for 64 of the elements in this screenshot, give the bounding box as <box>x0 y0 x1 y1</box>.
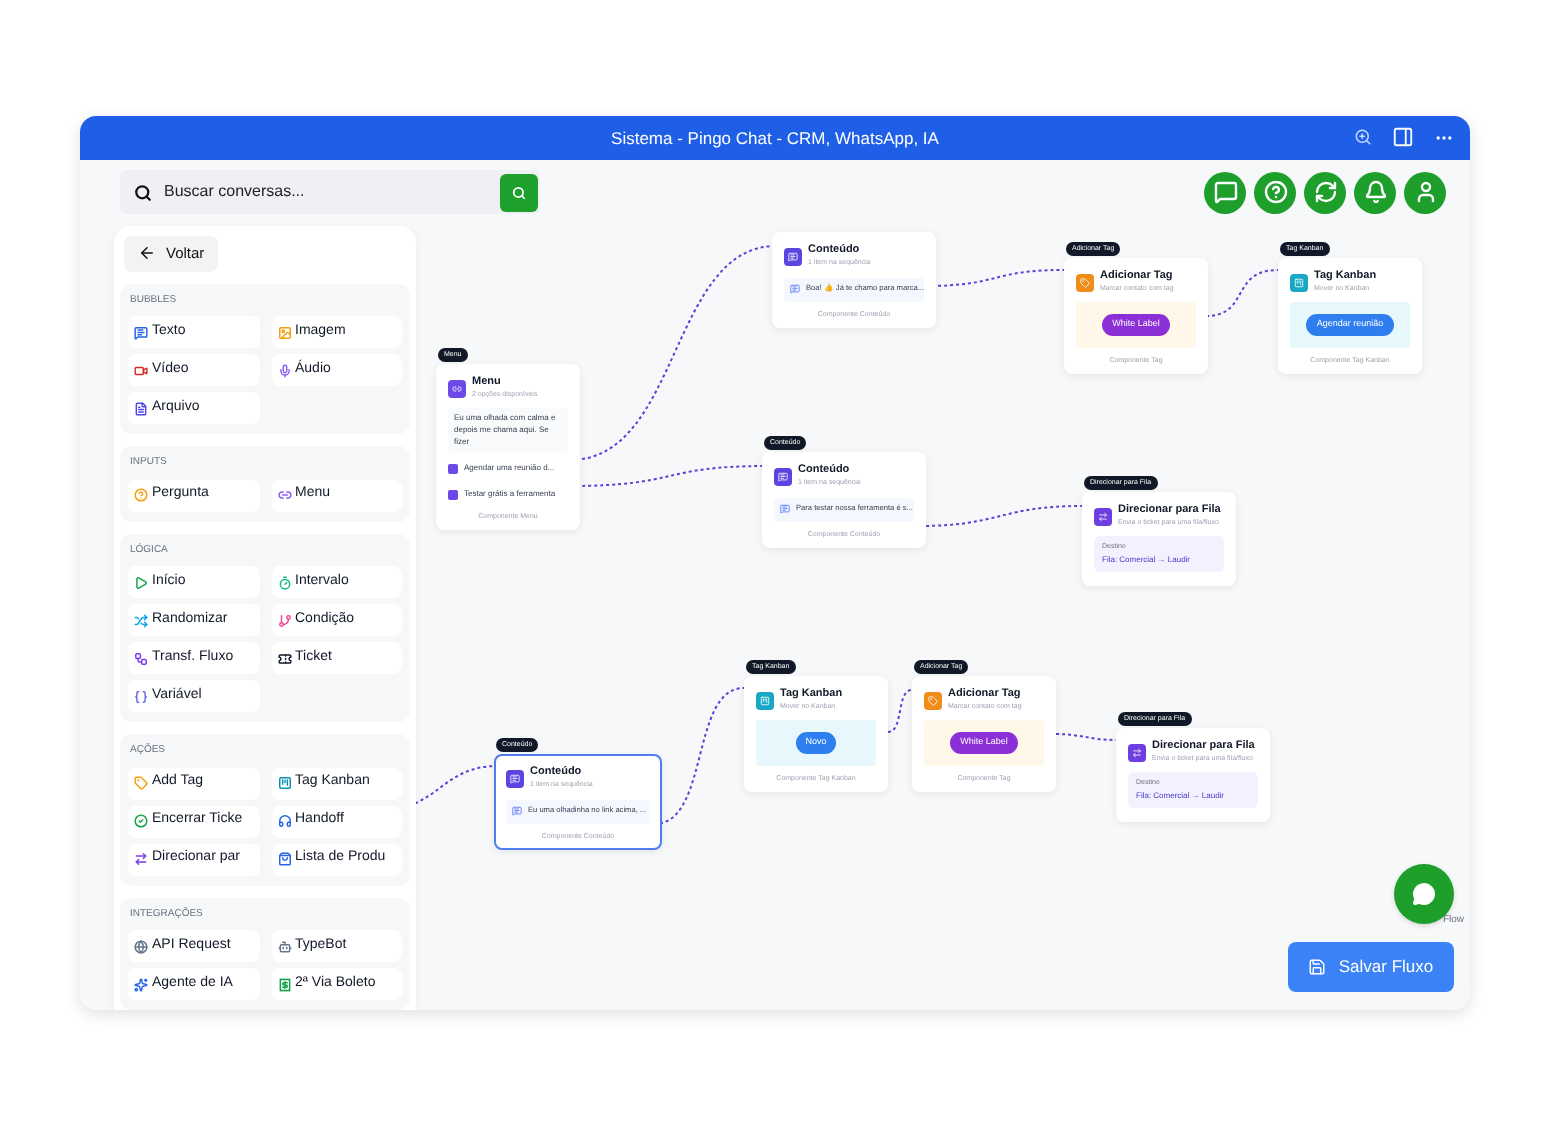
branch-icon <box>277 613 291 627</box>
kanban-icon <box>1294 277 1304 287</box>
kanban-icon <box>760 695 770 705</box>
receipt-icon <box>277 977 291 991</box>
search-field[interactable]: Buscar conversas... <box>120 170 540 214</box>
braces-icon <box>134 689 148 703</box>
image-icon <box>277 325 291 339</box>
tag-icon <box>1080 277 1090 287</box>
connector-line <box>1205 269 1279 317</box>
connector-line <box>887 689 913 733</box>
help-icon <box>1263 180 1287 204</box>
user-icon <box>1413 180 1437 204</box>
question-icon <box>134 488 148 502</box>
chat-icon <box>1213 180 1237 204</box>
microphone-icon <box>277 363 291 377</box>
refresh-icon <box>1313 180 1337 204</box>
option-marker <box>448 463 458 473</box>
message-icon <box>134 325 148 339</box>
timer-icon <box>277 575 291 589</box>
sparkles-icon <box>134 977 148 991</box>
bell-icon <box>1363 180 1387 204</box>
check-circle-icon <box>134 814 148 828</box>
save-icon <box>1308 958 1327 976</box>
play-icon <box>134 575 148 589</box>
refresh-button[interactable] <box>1304 171 1346 213</box>
chat-bubble-icon <box>1412 882 1436 906</box>
message-icon <box>778 471 788 481</box>
search-icon <box>512 185 526 199</box>
arrows-icon <box>134 852 148 866</box>
shuffle-icon <box>134 613 148 627</box>
user-button[interactable] <box>1404 171 1446 213</box>
tag-icon <box>928 695 938 705</box>
link-icon <box>277 488 291 502</box>
ticket-icon <box>277 651 291 665</box>
option-marker <box>448 489 458 499</box>
tag-icon <box>134 776 148 790</box>
arrows-icon <box>1132 747 1142 757</box>
zoom-icon[interactable] <box>1354 128 1372 146</box>
panel-icon[interactable] <box>1392 126 1414 148</box>
link-icon <box>452 383 462 393</box>
search-input[interactable]: Buscar conversas... <box>164 180 488 204</box>
workflow-icon <box>134 651 148 665</box>
save-button[interactable]: Salvar Fluxo <box>1288 942 1454 992</box>
chat-button[interactable] <box>1204 171 1246 213</box>
file-icon <box>134 401 148 415</box>
help-button[interactable] <box>1254 171 1296 213</box>
connector-line <box>1055 733 1117 741</box>
kanban-icon <box>277 776 291 790</box>
message-icon <box>788 251 798 261</box>
arrows-icon <box>1098 511 1108 521</box>
message-icon <box>780 504 790 515</box>
message-icon <box>510 773 520 783</box>
bell-button[interactable] <box>1354 171 1396 213</box>
search-icon <box>134 183 152 201</box>
message-icon <box>790 284 800 295</box>
search-button[interactable] <box>500 173 538 211</box>
robot-icon <box>277 939 291 953</box>
headphones-icon <box>277 814 291 828</box>
message-icon <box>512 806 522 817</box>
globe-icon <box>134 939 148 953</box>
back-arrow-icon <box>138 244 156 263</box>
window-title: Sistema - Pingo Chat - CRM, WhatsApp, IA <box>611 125 939 151</box>
bag-icon <box>277 852 291 866</box>
video-icon <box>134 363 148 377</box>
